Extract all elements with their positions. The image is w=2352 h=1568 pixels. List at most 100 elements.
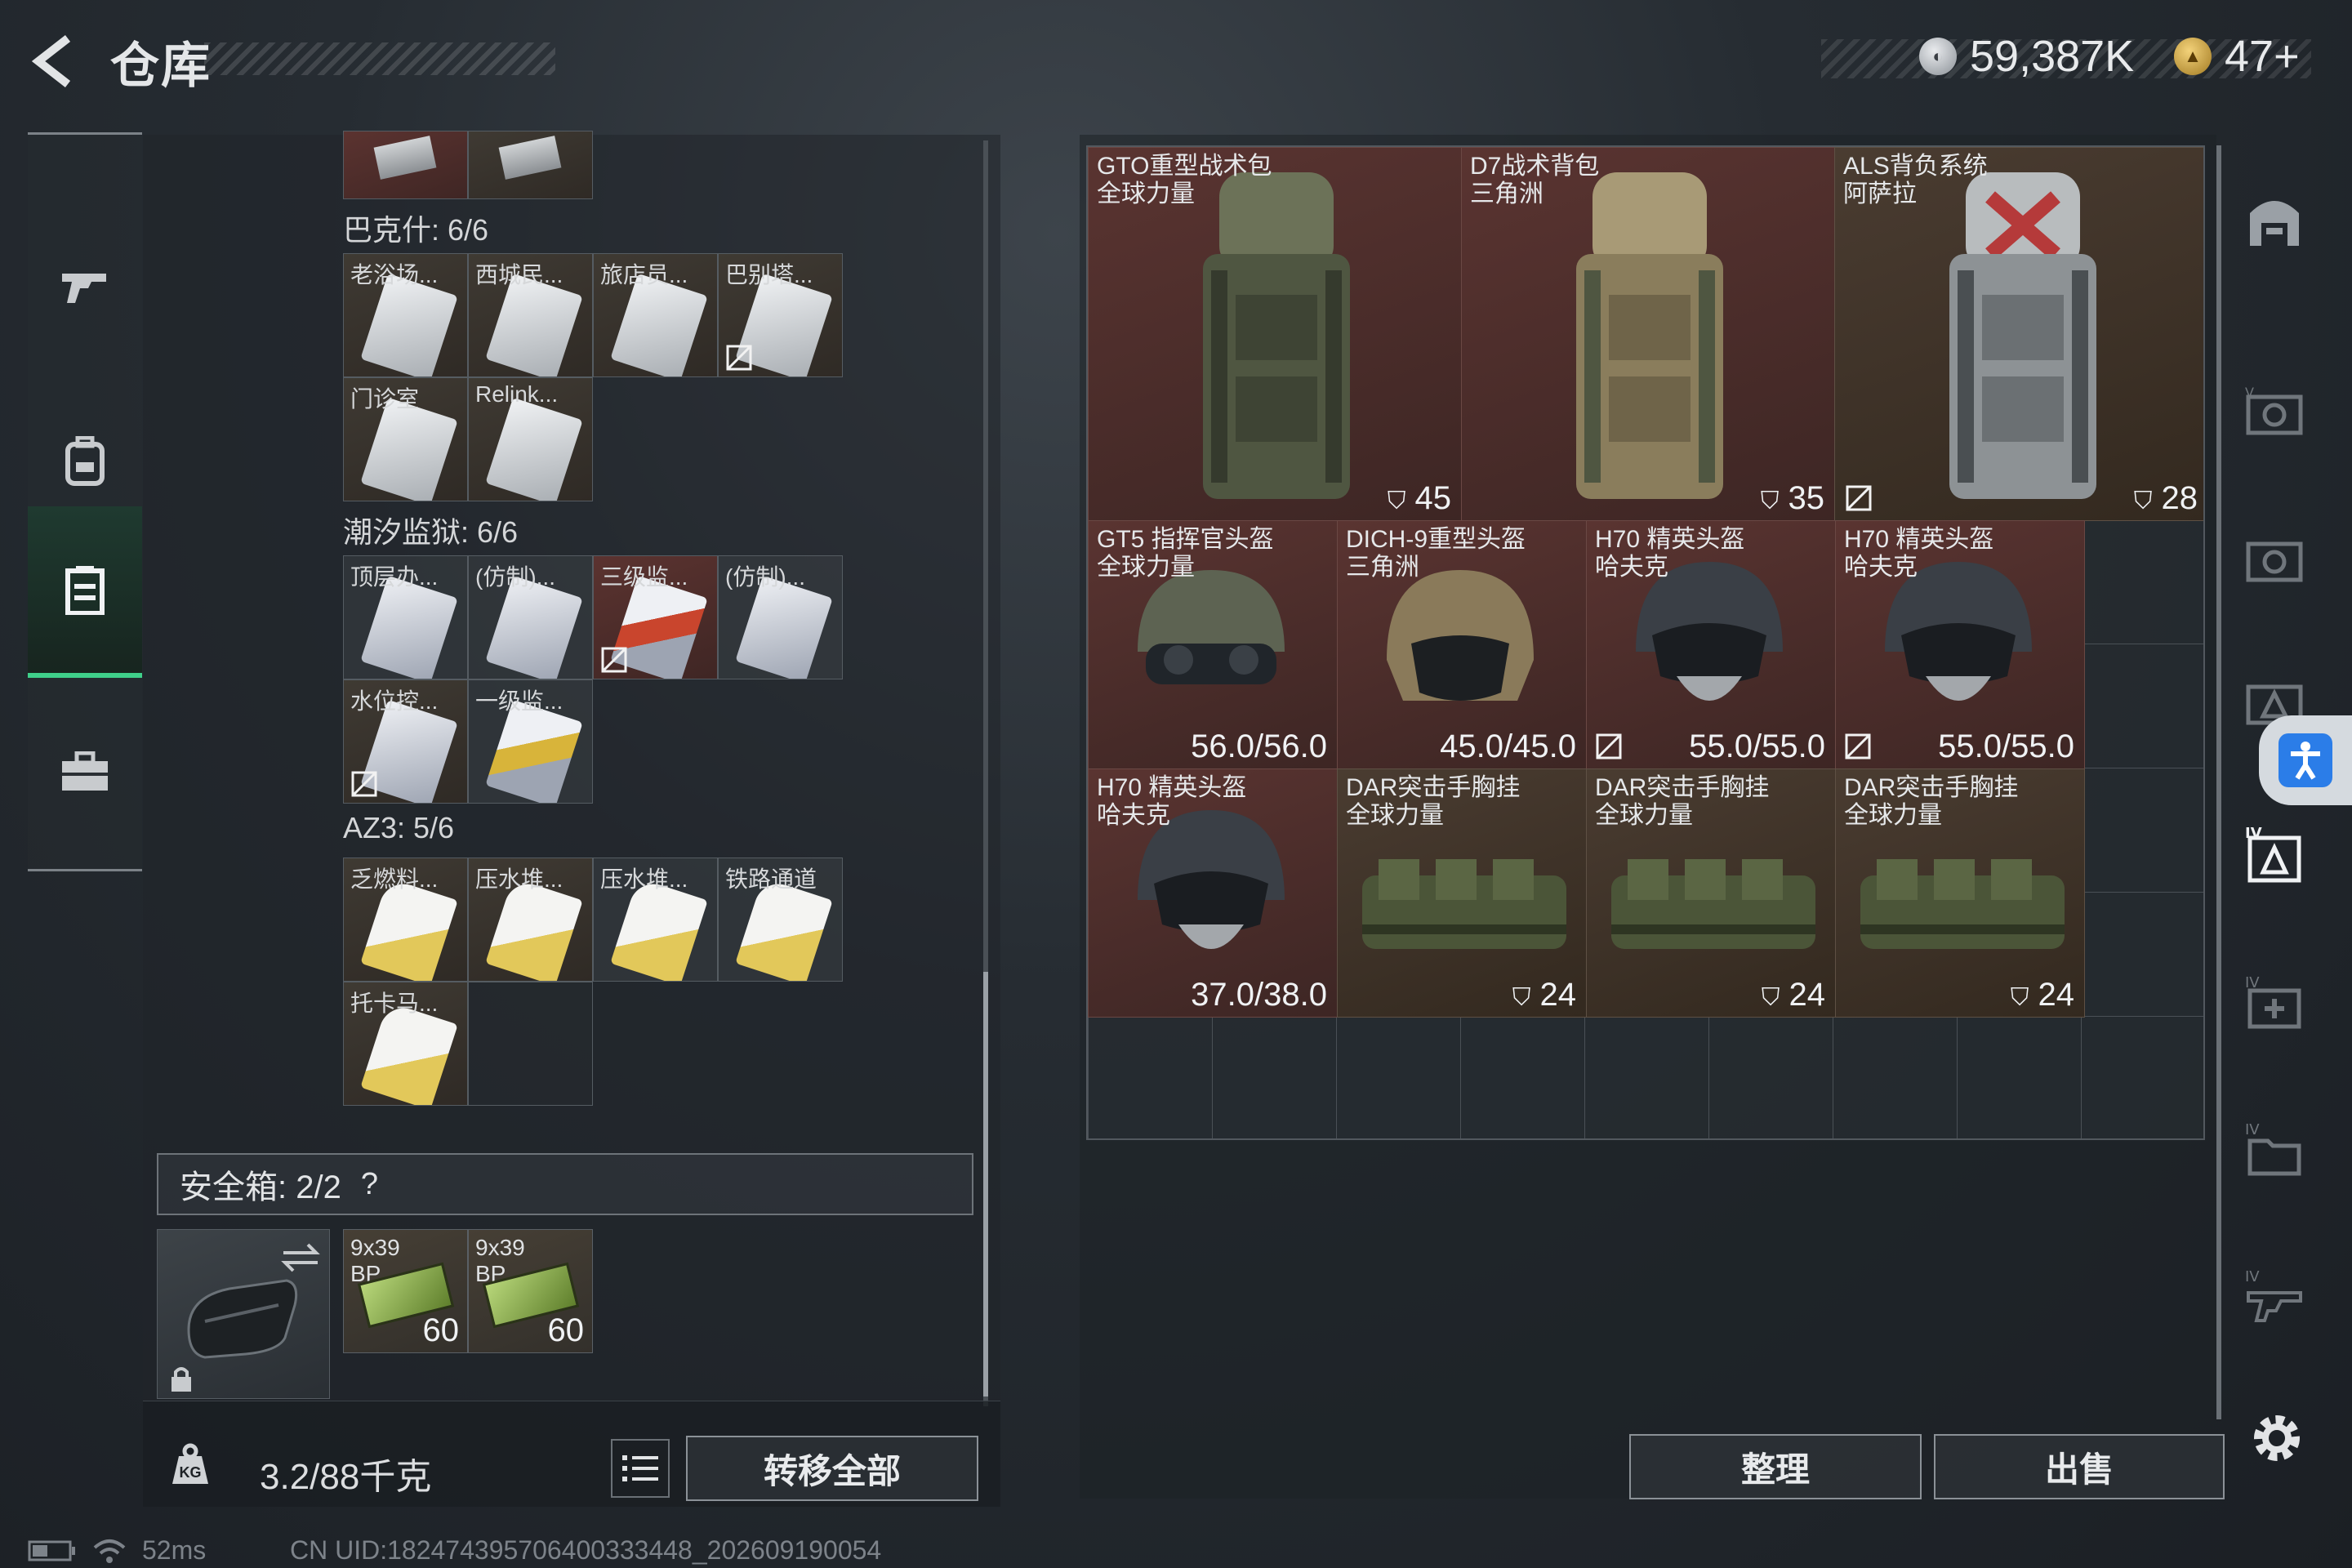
item-name: DAR突击手胸挂 — [1844, 774, 2019, 801]
capacity-icon: ⛉ — [2133, 488, 2153, 514]
back-button[interactable] — [24, 33, 82, 90]
ammo-count: 60 — [547, 1312, 585, 1348]
key-card-item[interactable]: 老浴场... — [343, 253, 468, 377]
item-label: 巴别塔... — [725, 262, 813, 287]
helmet-item[interactable]: H70 精英头盔 哈夫克 55.0/55.0 — [1586, 520, 1836, 769]
section-label: AZ3: 5/6 — [343, 811, 455, 844]
svg-text:IV: IV — [2245, 1268, 2260, 1285]
rail-stash-tab[interactable] — [2242, 188, 2307, 253]
backpack-image — [1576, 172, 1723, 499]
item-label: 顶层办... — [350, 564, 439, 590]
ticket-amount[interactable]: 47+ — [2225, 31, 2300, 82]
item-label: 三级监... — [600, 564, 688, 590]
rail-tab-folder[interactable]: IV — [2242, 1117, 2307, 1183]
key-card-item[interactable]: 顶层办... — [343, 555, 468, 679]
item-label: (仿制)... — [725, 564, 805, 590]
settings-gear-icon[interactable] — [2247, 1409, 2306, 1468]
nav-stash[interactable] — [28, 506, 142, 678]
vest-item[interactable]: DAR突击手胸挂 全球力量 ⛉ 24 — [1337, 768, 1587, 1018]
section-grid: 顶层办... (仿制)... 三级监... (仿制)... 水位控... 一级监… — [343, 555, 843, 804]
ticket-icon: ▲ — [2174, 38, 2212, 75]
no-trade-icon — [601, 647, 627, 673]
item-label: 乏燃料... — [350, 866, 439, 892]
item-faction: 全球力量 — [1595, 802, 1693, 829]
backpack-image — [1949, 172, 2096, 499]
item-name: H70 精英头盔 — [1595, 526, 1745, 553]
key-card-item[interactable]: 旅店员... — [593, 253, 718, 377]
rail-scrollbar[interactable] — [2216, 145, 2221, 1419]
key-card-icon — [485, 397, 583, 501]
ammo-count: 60 — [422, 1312, 460, 1348]
item-label: 压水堆... — [475, 866, 564, 892]
item-label: 旅店员... — [600, 262, 688, 287]
item-faction: 全球力量 — [1844, 802, 1942, 829]
scrollbar-thumb[interactable] — [983, 972, 988, 1396]
item-name: GTO重型战术包 — [1097, 153, 1272, 180]
key-card-slot[interactable] — [343, 131, 468, 199]
item-label: 托卡马... — [350, 991, 439, 1016]
key-card-item[interactable]: 铁路通道 — [718, 858, 843, 982]
safe-case-icon — [187, 1279, 298, 1359]
key-card-item[interactable]: 乏燃料... — [343, 858, 468, 982]
no-trade-icon — [1846, 485, 1872, 511]
capacity-icon: ⛉ — [1760, 488, 1780, 514]
partial-row — [343, 131, 843, 199]
rail-tab-5[interactable]: V — [2242, 380, 2307, 445]
item-name: D7战术背包 — [1470, 153, 1600, 180]
sell-button[interactable]: 出售 — [1934, 1434, 2225, 1499]
item-capacity: ⛉ 35 — [1761, 480, 1824, 517]
key-card-item[interactable]: 压水堆... — [593, 858, 718, 982]
rail-tab-weapon[interactable]: IV — [2242, 1264, 2307, 1330]
key-card-item[interactable]: 托卡马... — [343, 982, 468, 1106]
rail-tab-active[interactable]: IV — [2242, 823, 2307, 889]
list-view-button[interactable] — [611, 1439, 670, 1498]
helmet-item[interactable]: H70 精英头盔 哈夫克 55.0/55.0 — [1835, 520, 2085, 769]
backpack-item[interactable]: D7战术背包 三角洲 ⛉ 35 — [1461, 147, 1835, 521]
key-card-item[interactable]: 巴别塔... — [718, 253, 843, 377]
item-faction: 阿萨拉 — [1843, 180, 1917, 207]
key-card-item[interactable]: 压水堆... — [468, 858, 593, 982]
no-trade-icon — [726, 345, 752, 371]
nav-toolbox[interactable] — [28, 698, 142, 845]
item-faction: 哈夫克 — [1595, 554, 1668, 581]
capacity-value: 24 — [2038, 977, 2075, 1013]
accessibility-icon — [2278, 733, 2332, 787]
item-name: DAR突击手胸挂 — [1346, 774, 1521, 801]
key-card-item[interactable]: 一级监... — [468, 679, 593, 804]
item-faction: 哈夫克 — [1097, 802, 1170, 829]
item-name: H70 精英头盔 — [1844, 526, 1994, 553]
item-faction: 三角洲 — [1470, 180, 1544, 207]
nav-weapons[interactable] — [28, 212, 142, 359]
safe-box-container[interactable] — [157, 1229, 330, 1399]
help-icon[interactable]: ? — [361, 1167, 378, 1202]
key-card-item[interactable]: (仿制)... — [468, 555, 593, 679]
transfer-all-button[interactable]: 转移全部 — [686, 1436, 978, 1501]
vest-item[interactable]: DAR突击手胸挂 全球力量 ⛉ 24 — [1835, 768, 2085, 1018]
swap-icon[interactable] — [280, 1241, 321, 1274]
durability: 55.0/55.0 — [1689, 728, 1825, 764]
backpack-item[interactable]: ALS背负系统 阿萨拉 ⛉ 28 — [1834, 147, 2203, 521]
helmet-item[interactable]: GT5 指挥官头盔 全球力量 56.0/56.0 — [1088, 520, 1338, 769]
ammo-item[interactable]: 9x39 BP 60 — [343, 1229, 468, 1353]
key-card-item[interactable]: Relink... — [468, 377, 593, 501]
item-faction: 全球力量 — [1097, 554, 1195, 581]
helmet-item[interactable]: DICH-9重型头盔 三角洲 45.0/45.0 — [1337, 520, 1587, 769]
empty-slot[interactable] — [468, 982, 593, 1106]
sort-button[interactable]: 整理 — [1629, 1434, 1922, 1499]
item-name: DICH-9重型头盔 — [1346, 526, 1526, 553]
rail-tab-medical[interactable]: IV — [2242, 970, 2307, 1036]
key-card-slot[interactable] — [468, 131, 593, 199]
item-label: 铁路通道 — [725, 866, 817, 892]
key-card-item[interactable]: 水位控... — [343, 679, 468, 804]
key-card-item[interactable]: 三级监... — [593, 555, 718, 679]
vest-item[interactable]: DAR突击手胸挂 全球力量 ⛉ 24 — [1586, 768, 1836, 1018]
capacity-value: 28 — [2161, 480, 2198, 516]
rail-tab-4[interactable] — [2242, 527, 2307, 592]
key-card-item[interactable]: (仿制)... — [718, 555, 843, 679]
ammo-item[interactable]: 9x39 BP 60 — [468, 1229, 593, 1353]
accessibility-button[interactable] — [2259, 715, 2352, 805]
key-card-item[interactable]: 门诊室 — [343, 377, 468, 501]
key-card-item[interactable]: 西城民... — [468, 253, 593, 377]
backpack-item[interactable]: GTO重型战术包 全球力量 ⛉ 45 — [1088, 147, 1462, 521]
helmet-item[interactable]: H70 精英头盔 哈夫克 37.0/38.0 — [1088, 768, 1338, 1018]
